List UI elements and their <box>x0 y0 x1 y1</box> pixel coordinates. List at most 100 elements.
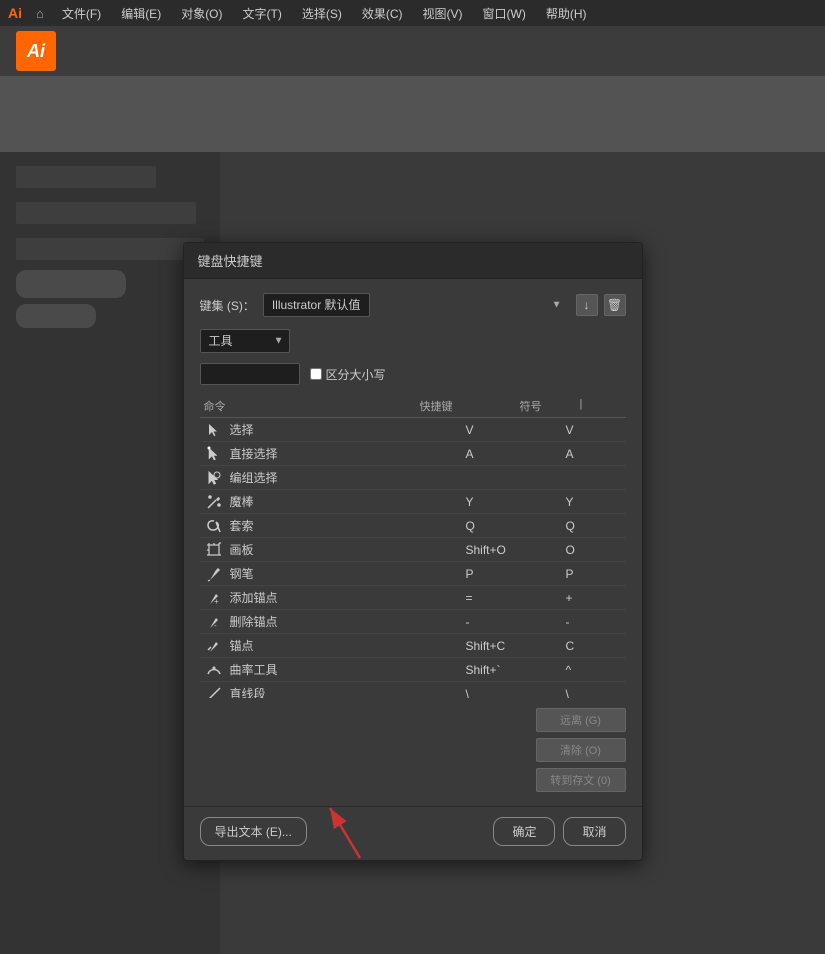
app-logo: Ai <box>8 5 22 21</box>
ai-logo-box: Ai <box>16 31 56 71</box>
keyset-save-icon[interactable]: ↓ <box>576 294 598 316</box>
footer-right-buttons: 确定 取消 <box>485 817 625 846</box>
search-row: ρ 区分大小写 <box>200 363 626 385</box>
dialog-body: 键集 (S)： Illustrator 默认值 ▼ ↓ 🗑 <box>184 279 642 806</box>
search-input[interactable] <box>200 363 300 385</box>
sym-lasso: Q <box>566 519 626 533</box>
sym-line: \ <box>566 687 626 699</box>
save-text-button: 转到存文 (0) <box>536 768 626 792</box>
title-bar: Ai <box>0 26 825 76</box>
sym-del-anchor: - <box>566 615 626 629</box>
key-curvature: Shift+` <box>466 663 566 677</box>
menu-select[interactable]: 选择(S) <box>294 3 350 24</box>
cmd-text-pen: 钢笔 <box>230 565 466 582</box>
keyset-select-wrapper: Illustrator 默认值 ▼ <box>263 293 568 317</box>
table-row[interactable]: 画板 Shift+O O <box>200 538 626 562</box>
sym-add-anchor: + <box>566 591 626 605</box>
table-row[interactable]: - 删除锚点 - - <box>200 610 626 634</box>
menu-window[interactable]: 窗口(W) <box>475 3 534 24</box>
table-row[interactable]: 选择 V V <box>200 418 626 442</box>
cancel-button[interactable]: 取消 <box>563 817 625 846</box>
key-direct: A <box>466 447 566 461</box>
sym-pen: P <box>566 567 626 581</box>
home-icon[interactable]: ⌂ <box>30 4 50 23</box>
keyset-dropdown-arrow: ▼ <box>552 300 562 311</box>
ai-logo-text: Ai <box>27 41 45 62</box>
cmd-text-wand: 魔棒 <box>230 493 466 510</box>
menu-view[interactable]: 视图(V) <box>415 3 471 24</box>
pen-icon <box>204 566 224 582</box>
add-anchor-icon: + <box>204 590 224 606</box>
menu-help[interactable]: 帮助(H) <box>538 3 595 24</box>
keyset-icons: ↓ 🗑 <box>576 294 626 316</box>
keyboard-shortcuts-dialog: 键盘快捷键 键集 (S)： Illustrator 默认值 ▼ ↓ 🗑 <box>183 242 643 861</box>
dialog-title-bar: 键盘快捷键 <box>184 243 642 279</box>
clear-button: 清除 (O) <box>536 738 626 762</box>
table-row[interactable]: + 添加锚点 = + <box>200 586 626 610</box>
tool-select[interactable]: 工具 <box>200 329 290 353</box>
search-wrapper: ρ <box>200 363 300 385</box>
export-text-button[interactable]: 导出文本 (E)... <box>200 817 307 846</box>
cmd-text-line: 直线段 <box>230 685 466 698</box>
col-header-extra: | <box>580 398 600 414</box>
case-sensitive-label: 区分大小写 <box>310 366 386 383</box>
menu-bar: Ai ⌂ 文件(F) 编辑(E) 对象(O) 文字(T) 选择(S) 效果(C)… <box>0 0 825 26</box>
table-row[interactable]: 直接选择 A A <box>200 442 626 466</box>
cmd-text-group: 编组选择 <box>230 469 466 486</box>
ok-button[interactable]: 确定 <box>493 817 555 846</box>
key-artboard: Shift+O <box>466 543 566 557</box>
keyset-label: 键集 (S)： <box>200 297 255 314</box>
magic-wand-icon <box>204 494 224 510</box>
sym-direct: A <box>566 447 626 461</box>
cursor-icon <box>204 422 224 438</box>
table-row[interactable]: 魔棒 Y Y <box>200 490 626 514</box>
table-row[interactable]: 套索 Q Q <box>200 514 626 538</box>
cmd-text-direct: 直接选择 <box>230 445 466 462</box>
menu-object[interactable]: 对象(O) <box>173 3 230 24</box>
menu-edit[interactable]: 编辑(E) <box>113 3 169 24</box>
dialog-title: 键盘快捷键 <box>198 251 263 270</box>
dialog-footer: 导出文本 (E)... 确定 取消 <box>184 806 642 860</box>
cmd-text-artboard: 画板 <box>230 541 466 558</box>
tool-select-wrapper: 工具 ▼ <box>200 329 290 353</box>
artboard-icon <box>204 542 224 558</box>
table-row[interactable]: 直线段 \ \ <box>200 682 626 698</box>
sym-anchor: C <box>566 639 626 653</box>
cmd-text-del-anchor: 删除锚点 <box>230 613 466 630</box>
col-header-sym: 符号 <box>520 398 580 414</box>
remove-button: 远离 (G) <box>536 708 626 732</box>
svg-text:+: + <box>214 597 219 606</box>
sym-curvature: ^ <box>566 663 626 677</box>
cmd-text-anchor: 锚点 <box>230 637 466 654</box>
key-select: V <box>466 423 566 437</box>
anchor-icon <box>204 638 224 654</box>
key-wand: Y <box>466 495 566 509</box>
svg-text:-: - <box>214 621 217 630</box>
sym-select: V <box>566 423 626 437</box>
menu-effect[interactable]: 效果(C) <box>354 3 411 24</box>
cmd-text-lasso: 套索 <box>230 517 466 534</box>
table-header: 命令 快捷键 符号 | <box>200 395 626 418</box>
menu-file[interactable]: 文件(F) <box>54 3 109 24</box>
case-sensitive-text: 区分大小写 <box>326 366 386 383</box>
key-pen: P <box>466 567 566 581</box>
table-row[interactable]: 钢笔 P P <box>200 562 626 586</box>
case-sensitive-checkbox[interactable] <box>310 368 322 380</box>
cmd-text-add-anchor: 添加锚点 <box>230 589 466 606</box>
keyset-select[interactable]: Illustrator 默认值 <box>263 293 370 317</box>
menu-text[interactable]: 文字(T) <box>235 3 290 24</box>
tool-row: 工具 ▼ <box>200 329 626 353</box>
table-row[interactable]: 编组选择 <box>200 466 626 490</box>
key-line: \ <box>466 687 566 699</box>
workspace: 键盘快捷键 键集 (S)： Illustrator 默认值 ▼ ↓ 🗑 <box>0 76 825 878</box>
sym-wand: Y <box>566 495 626 509</box>
keyset-delete-icon[interactable]: 🗑 <box>604 294 626 316</box>
table-row[interactable]: 锚点 Shift+C C <box>200 634 626 658</box>
table-row[interactable]: 曲率工具 Shift+` ^ <box>200 658 626 682</box>
modal-overlay: 键盘快捷键 键集 (S)： Illustrator 默认值 ▼ ↓ 🗑 <box>0 152 825 954</box>
key-del-anchor: - <box>466 615 566 629</box>
delete-anchor-icon: - <box>204 614 224 630</box>
direct-select-icon <box>204 446 224 462</box>
lasso-icon <box>204 518 224 534</box>
shortcuts-table-scroll[interactable]: 选择 V V 直接选择 A A 编组选择 <box>200 418 626 698</box>
